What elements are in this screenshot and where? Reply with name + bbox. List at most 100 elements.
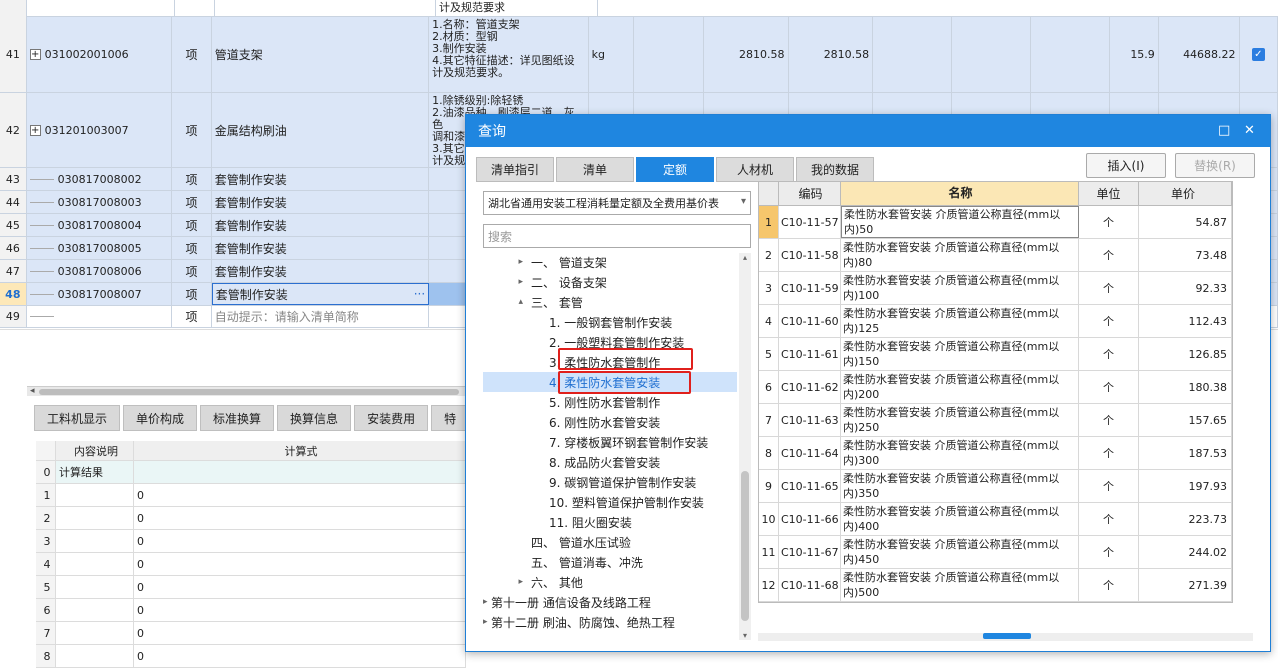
bottom-tab[interactable]: 工料机显示 xyxy=(34,405,121,431)
formula-cell[interactable]: 0 xyxy=(134,622,466,644)
tree-item[interactable]: ▸ 六、 其他 xyxy=(483,572,582,592)
table-row[interactable]: 20 xyxy=(36,507,466,530)
code-cell[interactable]: 030817008007 xyxy=(27,283,173,305)
name-cell[interactable]: 套管制作安装 xyxy=(212,168,430,190)
replace-button[interactable]: 替换(R) xyxy=(1175,153,1255,178)
table-row[interactable]: 40 xyxy=(36,553,466,576)
horizontal-scrollbar[interactable] xyxy=(27,386,467,396)
tree-item[interactable]: 五、 管道消毒、冲洗 xyxy=(483,552,643,572)
formula-cell[interactable]: 0 xyxy=(134,645,466,667)
table-row[interactable]: 5 C10-11-61 柔性防水套管安装 介质管道公称直径(mm以内)150 个 126… xyxy=(759,338,1232,371)
table-row[interactable]: 计及规范要求 xyxy=(0,0,1278,17)
code-cell[interactable]: 030817008002 xyxy=(27,168,173,190)
scroll-up-icon[interactable]: ▴ xyxy=(739,253,751,262)
tree-item[interactable]: ▸ 第十一册 通信设备及线路工程 xyxy=(483,592,651,612)
desc-cell[interactable] xyxy=(56,576,134,598)
table-row[interactable]: 50 xyxy=(36,576,466,599)
table-row[interactable]: 3 C10-11-59 柔性防水套管安装 介质管道公称直径(mm以内)100 个 92.… xyxy=(759,272,1232,305)
code-cell[interactable]: +031002001006 xyxy=(27,17,173,92)
tree-item[interactable]: ▸ 一、 管道支架 xyxy=(483,252,606,272)
code-cell[interactable]: 030817008003 xyxy=(27,191,173,213)
formula-cell[interactable]: 0 xyxy=(134,507,466,529)
tree-item[interactable]: 1. 一般钢套管制作安装 xyxy=(483,312,672,332)
search-input[interactable]: 搜索 xyxy=(483,224,751,248)
more-icon[interactable]: ··· xyxy=(414,287,425,301)
desc-cell[interactable] xyxy=(56,507,134,529)
expand-icon[interactable]: + xyxy=(29,49,41,60)
checkbox[interactable]: ✓ xyxy=(1251,48,1265,61)
bottom-tab[interactable]: 换算信息 xyxy=(277,405,352,431)
desc-cell[interactable] xyxy=(56,645,134,667)
tree-item[interactable]: ▸ 二、 设备支架 xyxy=(483,272,606,292)
table-row[interactable]: 0 计算结果 xyxy=(36,461,466,484)
tree-item[interactable]: 5. 刚性防水套管制作 xyxy=(483,392,660,412)
bottom-tab[interactable]: 特 xyxy=(431,405,470,431)
name-cell[interactable]: 套管制作安装 xyxy=(212,191,430,213)
table-row[interactable]: 10 xyxy=(36,484,466,507)
tree-item[interactable]: 7. 穿楼板翼环钢套管制作安装 xyxy=(483,432,708,452)
table-row[interactable]: 2 C10-11-58 柔性防水套管安装 介质管道公称直径(mm以内)80 个 73.4… xyxy=(759,239,1232,272)
dialog-tab[interactable]: 我的数据 xyxy=(796,157,874,182)
table-row[interactable]: 41 +031002001006 项管道支架 1.名称：管道支架 2.材质：型钢 3.… xyxy=(0,17,1278,93)
name-cell[interactable]: 管道支架 xyxy=(212,17,430,92)
table-row[interactable]: 30 xyxy=(36,530,466,553)
library-select[interactable]: 湖北省通用安装工程消耗量定额及全费用基价表 ▾ xyxy=(483,191,751,215)
dialog-tab[interactable]: 清单指引 xyxy=(476,157,554,182)
formula-cell[interactable]: 0 xyxy=(134,553,466,575)
table-row[interactable]: 80 xyxy=(36,645,466,668)
table-row[interactable]: 9 C10-11-65 柔性防水套管安装 介质管道公称直径(mm以内)350 个 197… xyxy=(759,470,1232,503)
table-row[interactable]: 12 C10-11-68 柔性防水套管安装 介质管道公称直径(mm以内)500 个 27… xyxy=(759,569,1232,602)
code-cell[interactable]: +031201003007 xyxy=(27,93,173,167)
bottom-tab[interactable]: 安装费用 xyxy=(354,405,429,431)
tree-arrow-icon[interactable]: ▸ xyxy=(483,277,531,287)
tree-item[interactable]: ▸ 第十二册 刷油、防腐蚀、绝热工程 xyxy=(483,612,675,632)
insert-button[interactable]: 插入(I) xyxy=(1086,153,1166,178)
desc-cell[interactable] xyxy=(56,599,134,621)
resize-handle[interactable] xyxy=(983,633,1031,639)
tree-arrow-icon[interactable]: ▸ xyxy=(483,597,491,607)
code-cell[interactable]: 030817008004 xyxy=(27,214,173,236)
name-cell[interactable]: 自动提示：请输入清单简称 xyxy=(212,306,430,327)
tree-item[interactable]: 四、 管道水压试验 xyxy=(483,532,631,552)
scroll-down-icon[interactable]: ▾ xyxy=(739,631,751,640)
code-cell[interactable] xyxy=(27,306,173,327)
scroll-left-icon[interactable]: ◂ xyxy=(30,386,35,396)
maximize-icon[interactable]: □ xyxy=(1218,123,1230,138)
table-row[interactable]: 7 C10-11-63 柔性防水套管安装 介质管道公称直径(mm以内)250 个 157… xyxy=(759,404,1232,437)
expand-icon[interactable]: + xyxy=(29,124,41,136)
formula-cell[interactable]: 0 xyxy=(134,484,466,506)
table-row[interactable]: 8 C10-11-64 柔性防水套管安装 介质管道公称直径(mm以内)300 个 187… xyxy=(759,437,1232,470)
tree-arrow-icon[interactable]: ▸ xyxy=(483,257,531,267)
tree-item[interactable]: 8. 成品防火套管安装 xyxy=(483,452,660,472)
tree-item[interactable]: ▴ 三、 套管 xyxy=(483,292,582,312)
bottom-tab[interactable]: 单价构成 xyxy=(123,405,198,431)
bottom-tab[interactable]: 标准换算 xyxy=(200,405,275,431)
table-row[interactable]: 6 C10-11-62 柔性防水套管安装 介质管道公称直径(mm以内)200 个 180… xyxy=(759,371,1232,404)
name-cell[interactable]: 金属结构刷油 xyxy=(212,93,430,167)
tree-item[interactable]: 9. 碳钢管道保护管制作安装 xyxy=(483,472,696,492)
dialog-tab[interactable]: 清单 xyxy=(556,157,634,182)
code-cell[interactable]: 030817008006 xyxy=(27,260,173,282)
desc-cell[interactable] xyxy=(56,530,134,552)
formula-cell[interactable]: 0 xyxy=(134,599,466,621)
desc-cell[interactable] xyxy=(56,484,134,506)
table-row[interactable]: 70 xyxy=(36,622,466,645)
formula-cell[interactable]: 0 xyxy=(134,576,466,598)
table-row[interactable]: 10 C10-11-66 柔性防水套管安装 介质管道公称直径(mm以内)400 个 22… xyxy=(759,503,1232,536)
formula-cell[interactable]: 0 xyxy=(134,530,466,552)
table-row[interactable]: 4 C10-11-60 柔性防水套管安装 介质管道公称直径(mm以内)125 个 112… xyxy=(759,305,1232,338)
name-cell[interactable]: 套管制作安装 xyxy=(212,214,430,236)
dialog-tab[interactable]: 人材机 xyxy=(716,157,794,182)
code-cell[interactable]: 030817008005 xyxy=(27,237,173,259)
dialog-tab[interactable]: 定额 xyxy=(636,157,714,182)
tree-arrow-icon[interactable]: ▴ xyxy=(483,297,531,307)
close-icon[interactable]: ✕ xyxy=(1244,123,1255,138)
tree-item[interactable]: 10. 塑料管道保护管制作安装 xyxy=(483,492,704,512)
desc-cell[interactable] xyxy=(56,622,134,644)
table-row[interactable]: 60 xyxy=(36,599,466,622)
tree-arrow-icon[interactable]: ▸ xyxy=(483,617,491,627)
tree-arrow-icon[interactable]: ▸ xyxy=(483,577,531,587)
tree-scrollbar[interactable]: ▴ ▾ xyxy=(739,253,751,640)
tree-item[interactable]: 6. 刚性防水套管安装 xyxy=(483,412,660,432)
formula-cell[interactable] xyxy=(134,461,466,483)
